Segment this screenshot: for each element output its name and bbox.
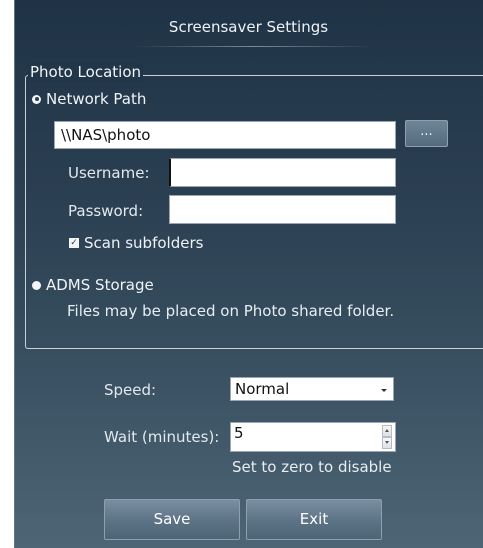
save-button[interactable]: Save <box>104 499 240 540</box>
network-path-option[interactable]: Network Path <box>32 90 146 108</box>
network-path-radio-icon[interactable] <box>32 94 41 104</box>
adms-storage-label: ADMS Storage <box>46 276 154 294</box>
stepper-down-icon[interactable] <box>382 437 392 449</box>
wait-label: Wait (minutes): <box>104 428 220 446</box>
scan-subfolders-checkbox-icon[interactable]: ✓ <box>69 238 79 248</box>
adms-storage-option[interactable]: ADMS Storage <box>32 276 154 294</box>
network-path-label: Network Path <box>46 90 147 108</box>
speed-select-value: Normal <box>235 380 290 398</box>
username-label: Username: <box>68 164 150 182</box>
speed-label: Speed: <box>104 381 157 399</box>
photo-location-legend: Photo Location <box>28 62 143 82</box>
stepper-up-icon[interactable] <box>382 425 392 437</box>
stepper-buttons <box>382 425 392 449</box>
browse-button[interactable]: ... <box>405 120 448 147</box>
wait-minutes-stepper[interactable]: 5 <box>230 422 396 452</box>
adms-storage-radio-icon[interactable] <box>32 280 41 290</box>
password-field[interactable] <box>169 195 396 224</box>
scan-subfolders-label: Scan subfolders <box>84 234 204 252</box>
username-field[interactable] <box>169 158 396 187</box>
wait-minutes-value: 5 <box>234 424 244 442</box>
window-title: Screensaver Settings <box>168 18 329 36</box>
title-divider <box>134 46 374 47</box>
exit-button[interactable]: Exit <box>246 499 382 540</box>
screensaver-settings-window: Screensaver Settings Photo Location Netw… <box>14 0 483 548</box>
speed-select[interactable]: Normal <box>230 377 394 401</box>
adms-storage-note: Files may be placed on Photo shared fold… <box>67 302 395 320</box>
chevron-down-icon <box>381 389 387 392</box>
wait-hint: Set to zero to disable <box>232 458 392 476</box>
scan-subfolders-option[interactable]: ✓ Scan subfolders <box>69 234 203 252</box>
password-label: Password: <box>68 202 144 220</box>
network-path-input[interactable] <box>54 121 396 149</box>
